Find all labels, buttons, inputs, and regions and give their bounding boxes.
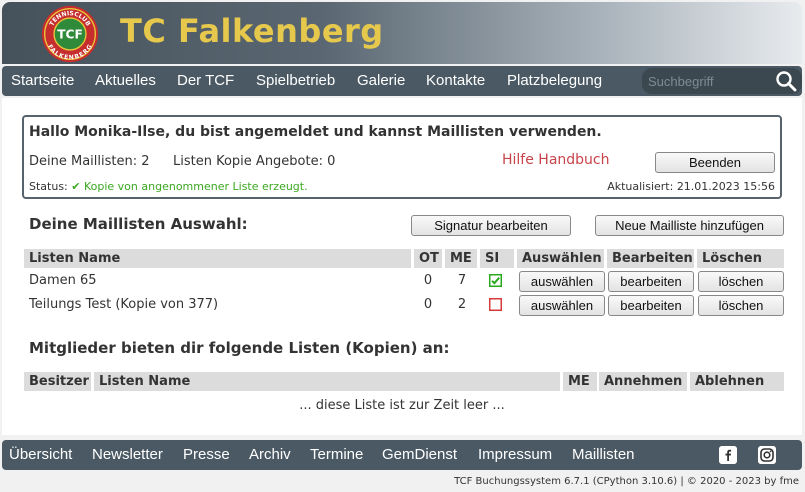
instagram-icon[interactable]: [758, 446, 776, 464]
col-delete: Löschen: [697, 249, 784, 268]
edit-list-button[interactable]: bearbeiten: [608, 271, 694, 292]
main-content: Hallo Monika-Ilse, du bist angemeldet un…: [2, 98, 802, 435]
search-box: [642, 68, 802, 94]
empty-list-note: ... diese Liste ist zur Zeit leer ...: [299, 398, 505, 413]
list-me: 2: [457, 297, 467, 312]
end-button[interactable]: Beenden: [655, 152, 775, 173]
login-info-box: Hallo Monika-Ilse, du bist angemeldet un…: [22, 115, 782, 199]
col-offer-list-name: Listen Name: [94, 372, 560, 391]
col-select: Auswählen: [517, 249, 604, 268]
offers-title: Mitglieder bieten dir folgende Listen (K…: [29, 339, 450, 357]
site-title: TC Falkenberg: [120, 12, 384, 50]
footer-nav-archiv[interactable]: Archiv: [249, 440, 291, 470]
col-owner: Besitzer: [24, 372, 91, 391]
search-icon[interactable]: [774, 70, 798, 92]
nav-kontakte[interactable]: Kontakte: [426, 66, 485, 96]
add-mailing-list-button[interactable]: Neue Mailliste hinzufügen: [595, 215, 784, 236]
status-label: Status:: [29, 180, 72, 193]
main-navigation: Startseite Aktuelles Der TCF Spielbetrie…: [2, 66, 802, 96]
greeting-text: Hallo Monika-Ilse, du bist angemeldet un…: [29, 124, 602, 140]
my-lists-count: Deine Maillisten: 2: [29, 154, 150, 169]
delete-list-button[interactable]: löschen: [698, 271, 784, 292]
list-name: Teilungs Test (Kopie von 377): [29, 297, 219, 312]
col-offer-me: ME: [563, 372, 597, 391]
nav-aktuelles[interactable]: Aktuelles: [95, 66, 156, 96]
col-si: SI: [480, 249, 514, 268]
footer-nav-termine[interactable]: Termine: [310, 440, 363, 470]
updated-timestamp: Aktualisiert: 21.01.2023 15:56: [607, 180, 775, 193]
help-manual-link[interactable]: Hilfe Handbuch: [502, 152, 610, 168]
list-name: Damen 65: [29, 273, 97, 288]
footer-nav-impressum[interactable]: Impressum: [478, 440, 552, 470]
col-ot: OT: [414, 249, 442, 268]
list-ot: 0: [423, 273, 433, 288]
my-lists-title: Deine Maillisten Auswahl:: [29, 215, 248, 233]
footer-nav-newsletter[interactable]: Newsletter: [92, 440, 163, 470]
nav-startseite[interactable]: Startseite: [11, 66, 74, 96]
facebook-icon[interactable]: [719, 446, 737, 464]
logo-center-text: TCF: [57, 28, 83, 42]
si-checked-icon: [489, 274, 502, 287]
edit-list-button[interactable]: bearbeiten: [608, 295, 694, 316]
si-unchecked-icon: [489, 298, 502, 311]
footer-nav-uebersicht[interactable]: Übersicht: [9, 440, 72, 470]
nav-der-tcf[interactable]: Der TCF: [177, 66, 234, 96]
club-logo[interactable]: TENNISCLUB FALKENBERG TCF: [38, 4, 102, 64]
footer-nav-gemdienst[interactable]: GemDienst: [382, 440, 457, 470]
delete-list-button[interactable]: löschen: [698, 295, 784, 316]
copyright-text: TCF Buchungssystem 6.7.1 (CPython 3.10.6…: [454, 476, 799, 487]
nav-galerie[interactable]: Galerie: [357, 66, 405, 96]
list-ot: 0: [423, 297, 433, 312]
edit-signature-button[interactable]: Signatur bearbeiten: [411, 215, 571, 236]
col-edit: Bearbeiten: [607, 249, 694, 268]
select-list-button[interactable]: auswählen: [519, 271, 605, 292]
footer-navigation: Übersicht Newsletter Presse Archiv Termi…: [2, 440, 802, 470]
status-line: Status: ✔ Kopie von angenommener Liste e…: [29, 180, 308, 193]
footer-nav-presse[interactable]: Presse: [183, 440, 230, 470]
list-me: 7: [457, 273, 467, 288]
nav-spielbetrieb[interactable]: Spielbetrieb: [256, 66, 335, 96]
col-me: ME: [445, 249, 477, 268]
site-header: TENNISCLUB FALKENBERG TCF TC Falkenberg: [2, 2, 802, 64]
footer-nav-maillisten[interactable]: Maillisten: [572, 440, 635, 470]
copy-offers-count: Listen Kopie Angebote: 0: [173, 154, 336, 169]
status-message: ✔ Kopie von angenommener Liste erzeugt.: [71, 180, 308, 193]
col-accept: Annehmen: [599, 372, 687, 391]
select-list-button[interactable]: auswählen: [519, 295, 605, 316]
nav-platzbelegung[interactable]: Platzbelegung: [507, 66, 602, 96]
col-list-name: Listen Name: [24, 249, 411, 268]
search-input[interactable]: [648, 71, 768, 91]
col-reject: Ablehnen: [690, 372, 784, 391]
